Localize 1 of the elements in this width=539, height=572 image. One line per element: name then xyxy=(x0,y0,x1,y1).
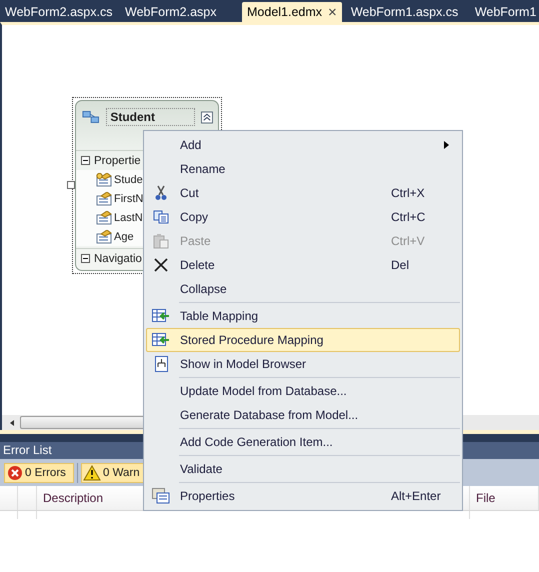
entity-title: Student xyxy=(106,108,196,126)
